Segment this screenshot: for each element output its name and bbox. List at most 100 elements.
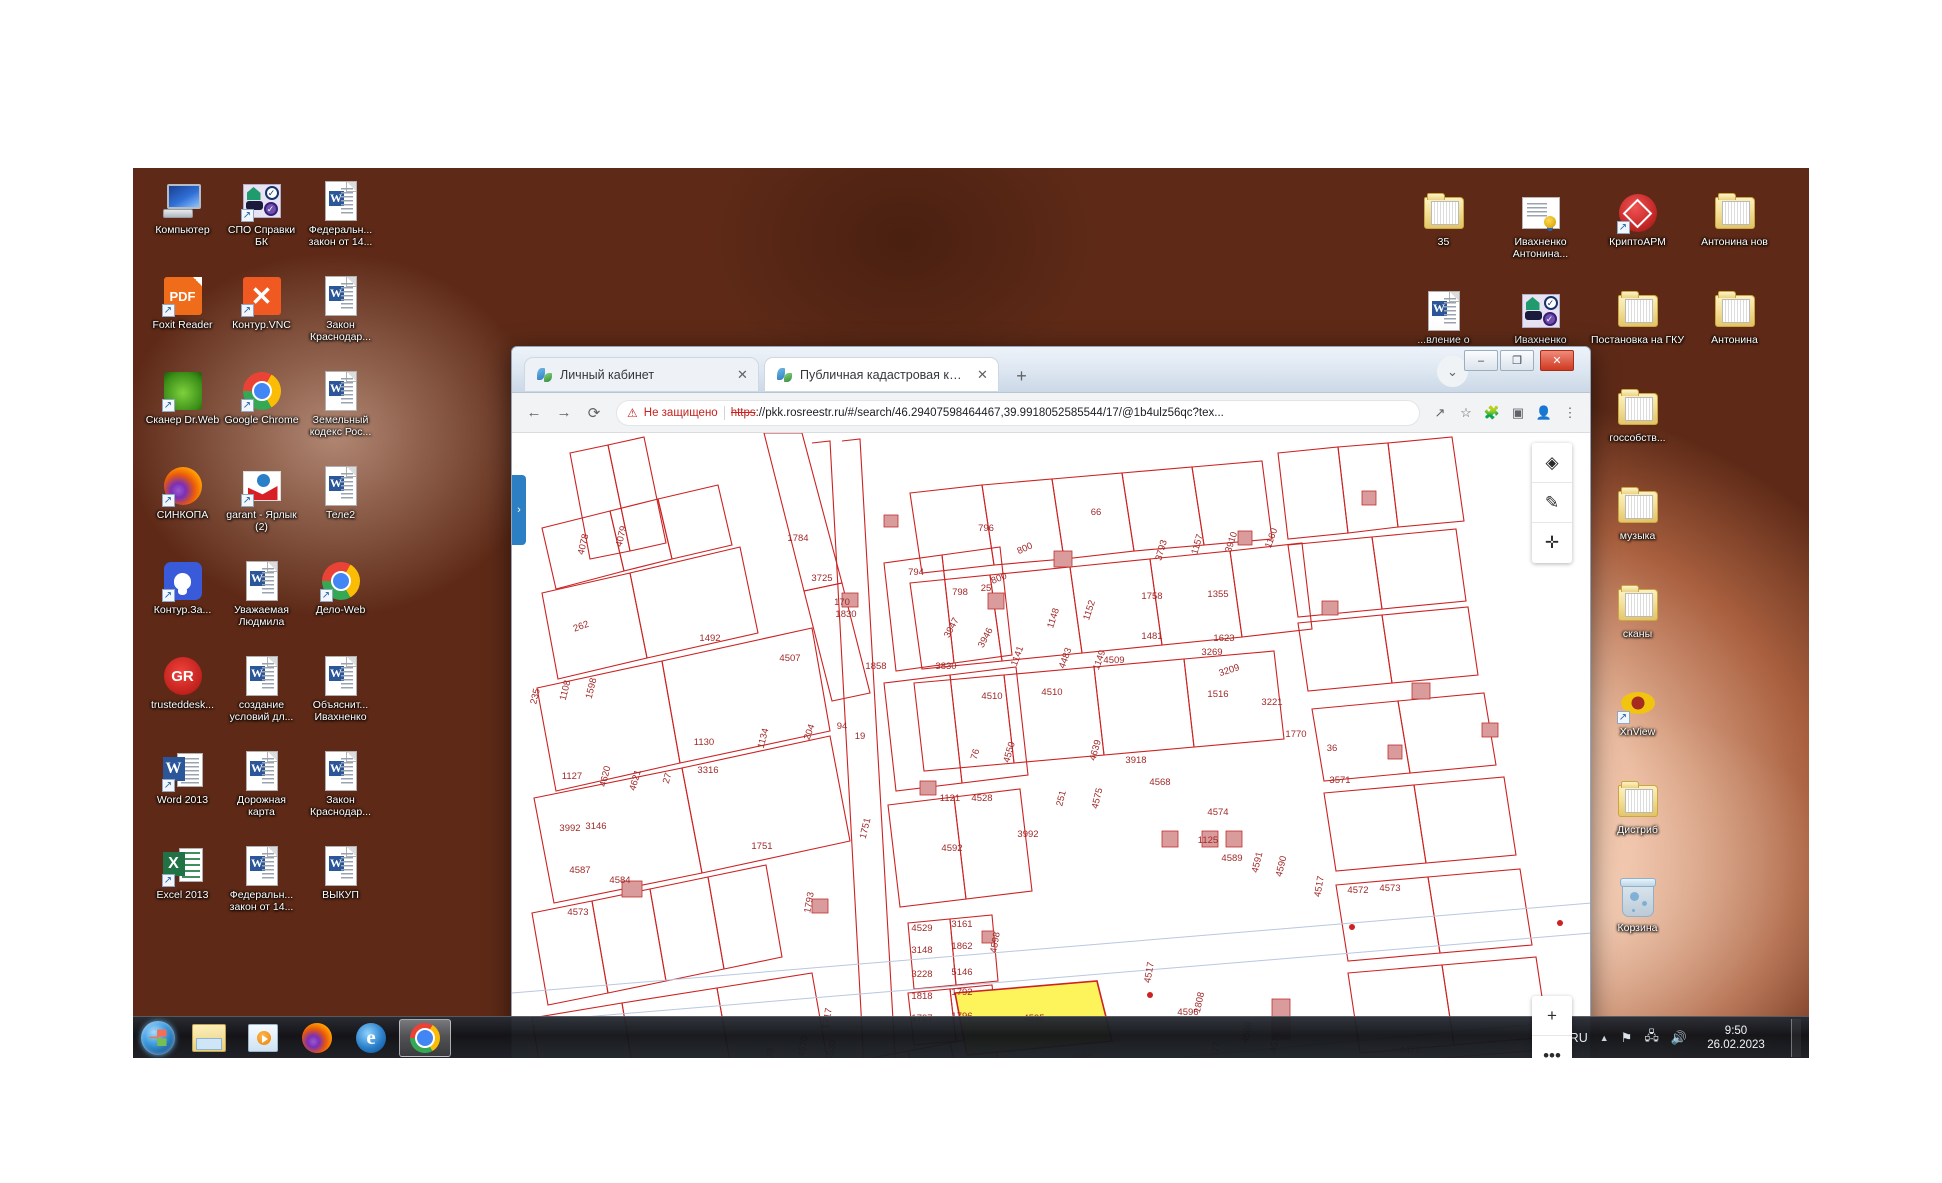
cadastral-map-canvas[interactable]: 4078 4079 1784 796 800 66 3725 794 800 7…: [512, 433, 1590, 1058]
browser-tab-publichnaya-kadastrovaya-karta[interactable]: Публичная кадастровая карта ✕: [764, 357, 999, 391]
desktop-icon-drweb-scanner[interactable]: ↗ Сканер Dr.Web: [143, 366, 222, 461]
parcel-label: 4575: [1090, 787, 1106, 810]
desktop-icon-cryptoarm[interactable]: ↗ КриптоАРМ: [1589, 188, 1686, 286]
parcel-label: 1134: [756, 727, 772, 749]
forward-icon[interactable]: →: [550, 399, 578, 427]
browser-menu-icon[interactable]: ⋮: [1558, 401, 1582, 425]
parcel-label: 1121: [940, 793, 960, 804]
desktop-icon-label: Закон Краснодар...: [309, 319, 371, 343]
parcel-label: 4587: [569, 865, 590, 876]
taskbar-internet-explorer[interactable]: e: [345, 1019, 397, 1057]
parcel-label: 27: [661, 772, 674, 785]
desktop-icon-computer[interactable]: Компьютер: [143, 176, 222, 271]
desktop-icon-kontur-zakupki[interactable]: ↗ Контур.За...: [143, 556, 222, 651]
back-icon[interactable]: ←: [520, 399, 548, 427]
desktop-icon-sozdanie-usloviy[interactable]: W создание условий дл...: [222, 651, 301, 746]
desktop-icon-skany[interactable]: сканы: [1589, 580, 1686, 678]
action-center-flag-icon[interactable]: ⚑: [1621, 1030, 1633, 1046]
desktop-icon-antonina[interactable]: Антонина: [1686, 286, 1783, 384]
desktop-icon-word-2013[interactable]: W ↗ Word 2013: [143, 746, 222, 841]
browser-titlebar[interactable]: Личный кабинет ✕ Публичная кадастровая к…: [512, 347, 1590, 393]
volume-icon[interactable]: 🔊: [1671, 1030, 1687, 1046]
chrome-browser-window[interactable]: Личный кабинет ✕ Публичная кадастровая к…: [511, 346, 1591, 1058]
desktop-icon-distrib[interactable]: Дистриб: [1589, 776, 1686, 874]
desktop-icon-kontur-vnc[interactable]: ✕ ↗ Контур.VNC: [222, 271, 301, 366]
desktop-icon-uvazhaemaya-lyudmila[interactable]: W Уважаемая Людмила: [222, 556, 301, 651]
desktop-icon-sinkopa[interactable]: ↗ СИНКОПА: [143, 461, 222, 556]
minimize-button[interactable]: –: [1464, 350, 1498, 371]
profile-avatar-icon[interactable]: 👤: [1532, 401, 1556, 425]
show-desktop-button[interactable]: [1791, 1018, 1801, 1057]
parcel-label: 4589: [1221, 853, 1242, 864]
desktop-icon-excel-2013[interactable]: X ↗ Excel 2013: [143, 841, 222, 936]
desktop-icon-dorozhnaya-karta[interactable]: W Дорожная карта: [222, 746, 301, 841]
parcel-label: 1598: [584, 677, 600, 700]
extensions-puzzle-icon[interactable]: 🧩: [1480, 401, 1504, 425]
clock[interactable]: 9:50 26.02.2023: [1699, 1024, 1773, 1052]
desktop-icon-folder-35[interactable]: 35: [1395, 188, 1492, 286]
desktop-icon-tele2[interactable]: W Теле2: [301, 461, 380, 556]
desktop-icon-trusteddesktop[interactable]: GR trusteddesk...: [143, 651, 222, 746]
parcel-label: 4573: [567, 907, 588, 918]
desktop-icon-label: Постановка на ГКУ: [1590, 334, 1685, 346]
share-icon[interactable]: ↗: [1428, 401, 1452, 425]
desktop-icon-zakon-krasnodar-2[interactable]: W Закон Краснодар...: [301, 746, 380, 841]
desktop-icon-federal-law-14-2[interactable]: W Федеральн... закон от 14...: [222, 841, 301, 936]
desktop[interactable]: Компьютер ✓ ✓ ↗ СПО Справки БК W Федеральн…: [133, 168, 1809, 1058]
desktop-icon-federal-law-14[interactable]: W Федеральн... закон от 14...: [301, 176, 380, 271]
desktop-icon-muzyka[interactable]: музыка: [1589, 482, 1686, 580]
desktop-icon-recycle-bin[interactable]: Корзина: [1589, 874, 1686, 972]
tab-close-icon[interactable]: ✕: [735, 367, 750, 383]
reload-icon[interactable]: ⟳: [580, 399, 608, 427]
word-document-icon: W: [320, 465, 362, 507]
garant-icon: ↗: [240, 465, 283, 507]
bookmark-star-icon[interactable]: ☆: [1454, 401, 1478, 425]
desktop-icon-foxit-reader[interactable]: PDF ↗ Foxit Reader: [143, 271, 222, 366]
taskbar-chrome[interactable]: [399, 1018, 451, 1057]
start-button[interactable]: [135, 1019, 181, 1057]
network-icon[interactable]: 🖧: [1644, 1027, 1659, 1049]
side-panel-icon[interactable]: ▣: [1506, 401, 1530, 425]
warning-icon: ⚠: [627, 405, 638, 420]
taskbar-explorer[interactable]: [183, 1019, 235, 1057]
parcel-label: 1492: [699, 633, 720, 644]
layers-button[interactable]: ◈: [1532, 443, 1572, 483]
desktop-icon-xnview[interactable]: ↗ XnView: [1589, 678, 1686, 776]
address-bar[interactable]: ⚠ Не защищено https://pkk.rosreestr.ru/#…: [616, 399, 1420, 426]
desktop-icon-zemelny-kodeks[interactable]: W Земельный кодекс Рос...: [301, 366, 380, 461]
browser-tab-lichny-kabinet[interactable]: Личный кабинет ✕: [524, 357, 759, 391]
desktop-icon-antonina-nov[interactable]: Антонина нов: [1686, 188, 1783, 286]
taskbar-media-player[interactable]: [237, 1019, 289, 1057]
zoom-options-button[interactable]: •••: [1532, 1036, 1572, 1059]
desktop-icon-label: XnView: [1619, 726, 1656, 738]
language-indicator[interactable]: RU: [1570, 1031, 1588, 1045]
maximize-button[interactable]: ❐: [1500, 350, 1534, 371]
new-tab-button[interactable]: +: [1009, 364, 1034, 389]
parcel-label: 4584: [609, 875, 630, 886]
zoom-in-button[interactable]: +: [1532, 996, 1572, 1036]
cadastral-parcels-svg[interactable]: 4078 4079 1784 796 800 66 3725 794 800 7…: [512, 433, 1590, 1058]
parcel-label: 3146: [585, 821, 606, 832]
desktop-icon-label: Google Chrome: [224, 414, 299, 426]
locate-button[interactable]: ✛: [1532, 523, 1572, 563]
desktop-icon-ivahnenko-cert[interactable]: Ивахненко Антонина...: [1492, 188, 1589, 286]
parcel-label: 1858: [865, 661, 886, 672]
show-hidden-icons-icon[interactable]: ▲: [1600, 1033, 1609, 1043]
desktop-icon-vykup[interactable]: W ВЫКУП: [301, 841, 380, 936]
desktop-icon-delo-web[interactable]: ↗ Дело-Web: [301, 556, 380, 651]
parcel-label: 1157: [1189, 533, 1205, 556]
desktop-icon-garant[interactable]: ↗ garant - Ярлык (2): [222, 461, 301, 556]
parcel-label: 170: [834, 597, 850, 608]
left-panel-toggle[interactable]: ›: [512, 475, 526, 545]
desktop-icon-spo-spravki-bk[interactable]: ✓ ✓ ↗ СПО Справки БК: [222, 176, 301, 271]
desktop-icon-obyasnitelnaya-ivahnenko[interactable]: W Объяснит... Ивахненко: [301, 651, 380, 746]
parcel-label: 1623: [1213, 633, 1234, 644]
desktop-icon-zakon-krasnodar-1[interactable]: W Закон Краснодар...: [301, 271, 380, 366]
desktop-icon-gossobstvennost[interactable]: госсобств...: [1589, 384, 1686, 482]
taskbar-firefox[interactable]: [291, 1019, 343, 1057]
tab-close-icon[interactable]: ✕: [975, 367, 990, 383]
desktop-icon-google-chrome[interactable]: ↗ Google Chrome: [222, 366, 301, 461]
desktop-icon-postanovka-na-gku[interactable]: Постановка на ГКУ: [1589, 286, 1686, 384]
close-button[interactable]: ✕: [1540, 350, 1574, 371]
measure-button[interactable]: ✎: [1532, 483, 1572, 523]
